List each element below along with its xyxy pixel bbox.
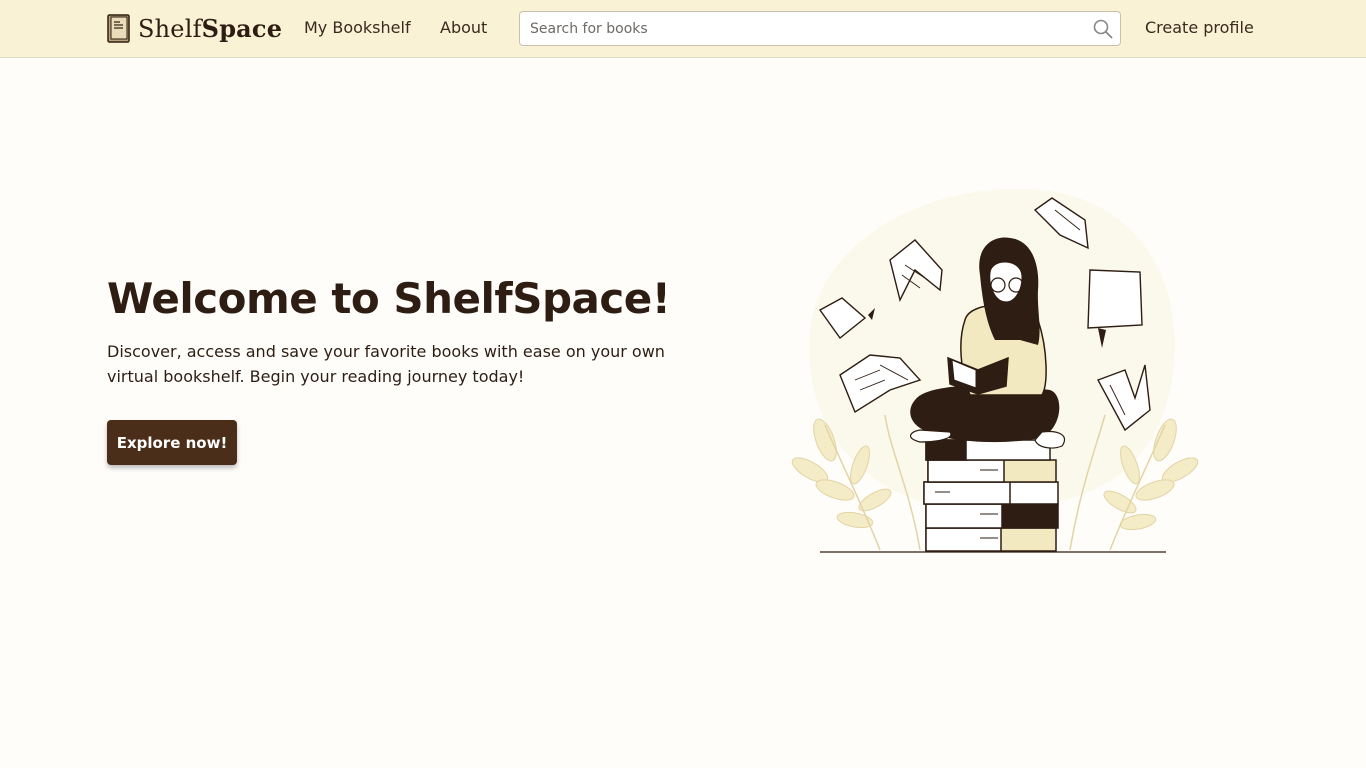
create-profile-link[interactable]: Create profile — [1145, 18, 1254, 37]
nav-link-about[interactable]: About — [440, 18, 487, 37]
top-navbar: ShelfSpace My Bookshelf About Create pro… — [0, 0, 1366, 58]
search-box — [519, 11, 1121, 46]
search-input[interactable] — [520, 12, 1080, 45]
nav-link-my-bookshelf[interactable]: My Bookshelf — [304, 18, 411, 37]
hero-description: Discover, access and save your favorite … — [107, 342, 665, 386]
explore-now-button[interactable]: Explore now! — [107, 420, 237, 465]
brand-name: ShelfSpace — [138, 13, 283, 43]
hero-title: Welcome to ShelfSpace! — [107, 274, 671, 323]
book-icon — [107, 13, 130, 43]
reading-illustration — [791, 188, 1199, 553]
search-icon[interactable] — [1092, 18, 1114, 40]
brand-logo[interactable]: ShelfSpace — [107, 12, 282, 44]
